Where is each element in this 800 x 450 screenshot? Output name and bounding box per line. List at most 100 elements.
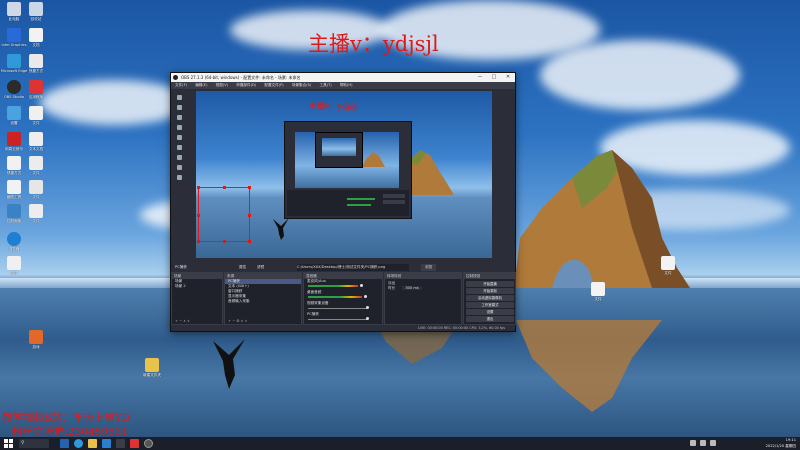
desktop-icon[interactable]: 新建文件夹 xyxy=(138,358,166,377)
transition-duration[interactable]: 时长 300 ms xyxy=(385,286,461,291)
filters-button[interactable]: 滤镜 xyxy=(257,264,264,271)
resize-handle[interactable] xyxy=(248,240,251,243)
input-method-icon[interactable] xyxy=(710,440,716,446)
tool-icon[interactable] xyxy=(177,165,182,170)
desktop-icon[interactable]: 文本文档 xyxy=(22,132,50,151)
obs-taskbar-icon[interactable] xyxy=(144,439,153,448)
obs-window[interactable]: OBS 27.1.3 (64-bit, windows) - 配置文件: 未命名… xyxy=(170,72,516,332)
nested-rock xyxy=(362,152,385,167)
source-add-remove[interactable]: + − ⚙ ∧ ∨ xyxy=(225,319,247,324)
task-view-icon[interactable] xyxy=(60,439,69,448)
desktop-icon[interactable]: 应用程序 xyxy=(22,80,50,99)
desktop-icon[interactable]: 文件 xyxy=(22,180,50,199)
close-button[interactable]: ✕ xyxy=(501,73,515,82)
source-toolbar: PC捕获 属性 滤镜 C:/Users/XXX/Desktop/博士/测试文件夹… xyxy=(171,264,515,271)
volume-icon[interactable] xyxy=(700,440,706,446)
resize-handle[interactable] xyxy=(248,186,251,189)
minimize-button[interactable]: — xyxy=(473,73,487,82)
menu-view[interactable]: 视图(V) xyxy=(216,83,228,87)
system-clock[interactable]: 19:11 2022/1/20 星期四 xyxy=(766,437,796,450)
menu-scene-collection[interactable]: 场景集合(S) xyxy=(292,83,311,87)
menu-file[interactable]: 文件(F) xyxy=(175,83,187,87)
volume-slider[interactable] xyxy=(364,295,367,298)
desktop-icon[interactable]: 文件 xyxy=(22,156,50,175)
exit-button[interactable]: 退出 xyxy=(466,316,514,322)
tool-icon[interactable] xyxy=(177,135,182,140)
sources-dock: 来源 PC捕获 文本 (GDI+) 窗口捕获 显示器采集 音频输入采集 + − … xyxy=(224,272,302,325)
desktop-icon[interactable]: 文档 xyxy=(22,28,50,47)
desktop-icon[interactable]: 文件 xyxy=(654,256,682,275)
resize-handle[interactable] xyxy=(197,214,200,217)
preview-toolbar xyxy=(171,91,196,277)
nested-obs-window-inner xyxy=(315,132,363,168)
resize-handle[interactable] xyxy=(197,240,200,243)
start-button[interactable] xyxy=(4,439,13,448)
desktop-icon[interactable]: 游戏 xyxy=(22,330,50,349)
resize-handle[interactable] xyxy=(197,186,200,189)
desktop-icon[interactable]: 文件 xyxy=(584,282,612,301)
settings-button[interactable]: 设置 xyxy=(466,309,514,315)
scene-item[interactable]: 场景 2 xyxy=(172,284,222,289)
network-icon[interactable] xyxy=(690,440,696,446)
image-path-field[interactable]: C:/Users/XXX/Desktop/博士/测试文件夹/PC捕获.png xyxy=(297,264,409,271)
desktop-icon[interactable]: 浏览器 xyxy=(0,232,28,251)
app-taskbar-icon[interactable] xyxy=(130,439,139,448)
edge-icon xyxy=(7,54,21,68)
menu-help[interactable]: 帮助(H) xyxy=(340,83,353,87)
folder-icon xyxy=(145,358,159,372)
scene-add-remove[interactable]: + − ∧ ∨ xyxy=(172,319,190,324)
selection-bounding-box[interactable] xyxy=(197,186,251,243)
menu-docks[interactable]: 停靠部件(D) xyxy=(236,83,256,87)
maximize-button[interactable]: □ xyxy=(487,73,501,82)
start-recording-button[interactable]: 开始录制 xyxy=(466,288,514,294)
mixer-channel-label: 视频采集设备 xyxy=(307,301,329,305)
tool-icon[interactable] xyxy=(177,175,182,180)
menu-tools[interactable]: 工具(T) xyxy=(320,83,332,87)
tool-icon[interactable] xyxy=(177,95,182,100)
tool-icon[interactable] xyxy=(177,145,182,150)
properties-button[interactable]: 属性 xyxy=(239,264,246,271)
desktop-icon[interactable]: 文件 xyxy=(22,106,50,125)
obs-title-bar[interactable]: OBS 27.1.3 (64-bit, windows) - 配置文件: 未命名… xyxy=(171,73,515,82)
menu-profile[interactable]: 配置文件(P) xyxy=(264,83,283,87)
edge-taskbar-icon[interactable] xyxy=(74,439,83,448)
search-icon: ⚲ xyxy=(21,440,25,446)
resize-handle[interactable] xyxy=(248,214,251,217)
virtual-camera-button[interactable]: 启动虚拟摄像机 xyxy=(466,295,514,301)
obs-preview-canvas[interactable]: 主播v：ydjsjl xyxy=(196,91,492,258)
store-icon[interactable] xyxy=(102,439,111,448)
volume-slider[interactable] xyxy=(366,317,369,320)
mail-icon[interactable] xyxy=(116,439,125,448)
desktop-icon[interactable]: 文件 xyxy=(22,204,50,223)
audio-mixer-dock: 混音器 麦克风/Aux 桌面音频 视频采集设备 PC捕获 xyxy=(303,272,383,325)
resize-handle[interactable] xyxy=(223,186,226,189)
tool-icon[interactable] xyxy=(177,125,182,130)
start-streaming-button[interactable]: 开始直播 xyxy=(466,281,514,287)
windows-logo-icon xyxy=(4,439,13,448)
tool-icon[interactable] xyxy=(177,155,182,160)
volume-meter xyxy=(308,296,362,298)
studio-mode-button[interactable]: 工作室模式 xyxy=(466,302,514,308)
clock-date: 2022/1/20 星期四 xyxy=(765,444,796,448)
file-icon xyxy=(29,106,43,120)
desktop-icon[interactable]: 回收站 xyxy=(22,2,50,21)
resize-handle[interactable] xyxy=(223,240,226,243)
obs-status-bar: LIVE: 00:00:00 REC: 00:00:00 CPU: 3.2%, … xyxy=(171,325,515,331)
nested-meter xyxy=(347,204,371,206)
controls-dock: 控制按钮 开始直播 开始录制 启动虚拟摄像机 工作室模式 设置 退出 xyxy=(463,272,516,325)
browse-button[interactable]: 浏览 xyxy=(421,264,437,271)
file-explorer-icon[interactable] xyxy=(88,439,97,448)
source-item[interactable]: 音频输入采集 xyxy=(225,299,301,304)
search-box[interactable]: ⚲ xyxy=(19,439,49,448)
game-icon xyxy=(29,330,43,344)
desktop-icon[interactable]: 快捷方式 xyxy=(22,54,50,73)
desktop-icon[interactable]: 文件 xyxy=(0,256,28,275)
tool-icon[interactable] xyxy=(177,115,182,120)
volume-meter xyxy=(308,308,368,309)
volume-slider[interactable] xyxy=(360,284,363,287)
file-icon xyxy=(29,204,43,218)
menu-edit[interactable]: 编辑(E) xyxy=(195,83,207,87)
cloud xyxy=(40,80,190,125)
tool-icon[interactable] xyxy=(177,105,182,110)
volume-slider[interactable] xyxy=(366,306,369,309)
